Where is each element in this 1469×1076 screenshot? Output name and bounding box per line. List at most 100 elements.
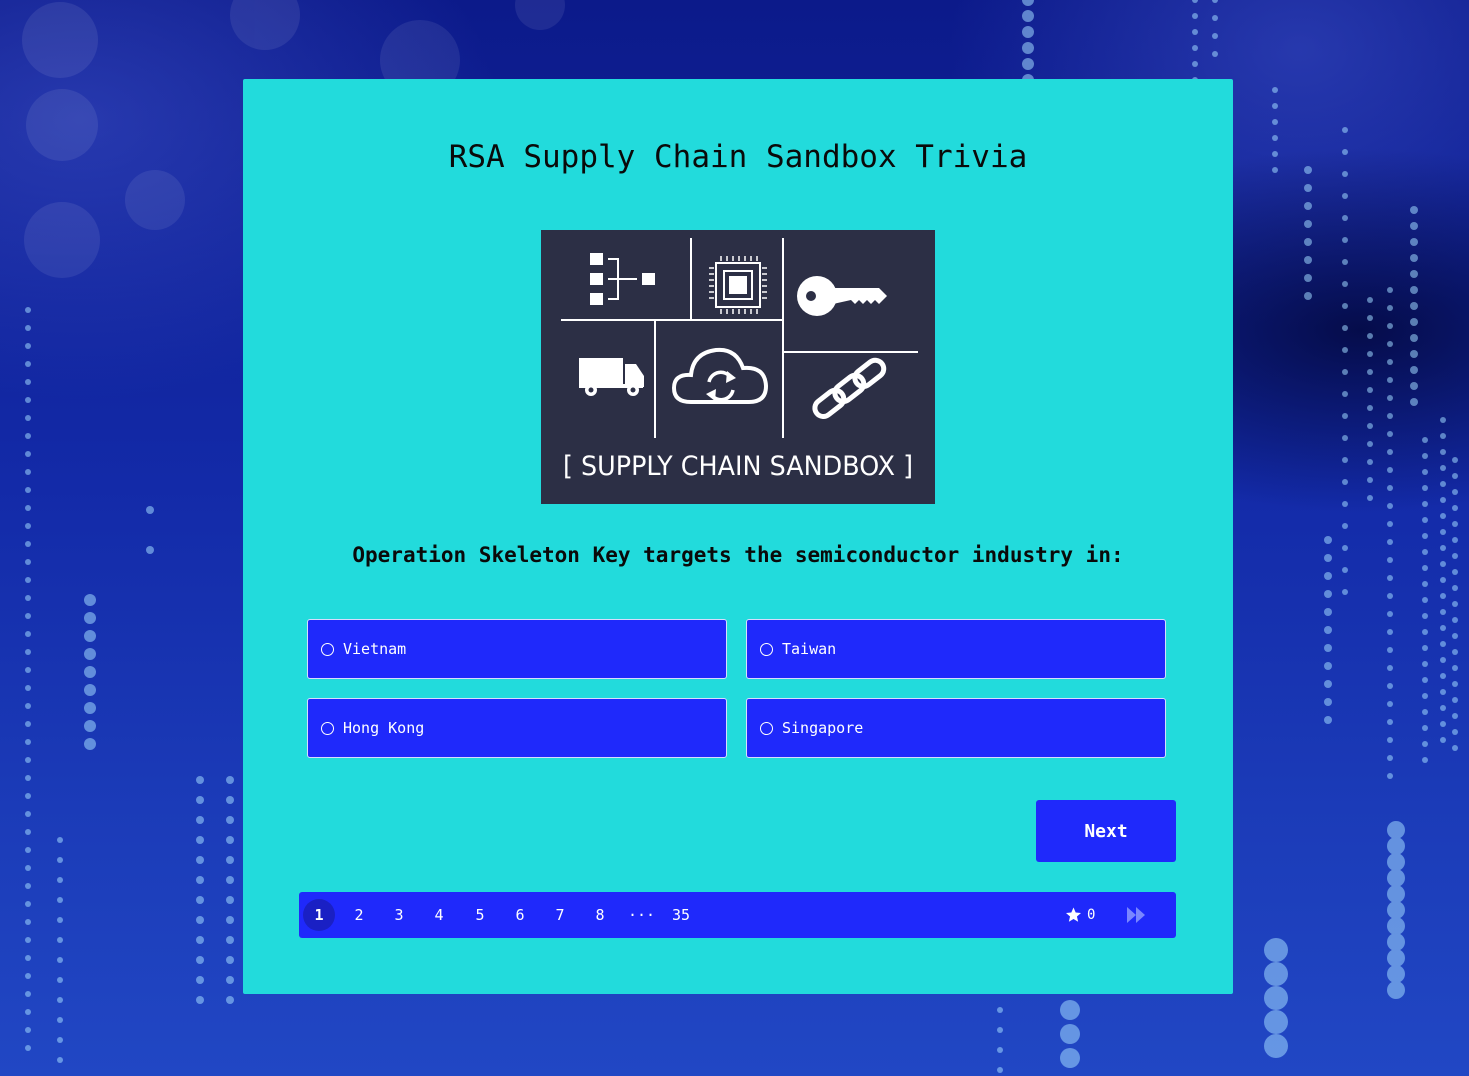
background-dot (196, 776, 204, 784)
background-dot (196, 896, 204, 904)
fast-forward-icon[interactable] (1125, 904, 1149, 926)
background-dot (25, 667, 31, 673)
background-dot (1387, 395, 1393, 401)
background-dot (84, 648, 96, 660)
background-dot (57, 937, 63, 943)
background-dot (1422, 629, 1428, 635)
answer-option-3[interactable]: Hong Kong (307, 698, 727, 758)
background-dot (1060, 1024, 1080, 1044)
background-dot (1387, 885, 1405, 903)
background-dot (196, 996, 204, 1004)
background-dot (25, 307, 31, 313)
background-dot (146, 546, 154, 554)
background-dot (1367, 297, 1373, 303)
background-dot (1452, 665, 1458, 671)
background-dot (1342, 171, 1348, 177)
background-dot (196, 956, 204, 964)
background-dot (1422, 661, 1428, 667)
background-dot (1324, 572, 1332, 580)
page-8-button[interactable]: 8 (584, 899, 616, 931)
background-dot (1342, 567, 1348, 573)
background-dot (25, 973, 31, 979)
background-dot (1387, 755, 1393, 761)
background-dot (1387, 413, 1393, 419)
background-dot (1324, 554, 1332, 562)
page-5-button[interactable]: 5 (464, 899, 496, 931)
background-dot (1387, 773, 1393, 779)
background-dot (1342, 391, 1348, 397)
background-dot (196, 876, 204, 884)
background-dot (1387, 821, 1405, 839)
background-dot (1452, 473, 1458, 479)
background-dot (57, 997, 63, 1003)
background-dot (1192, 29, 1198, 35)
background-dot (1387, 647, 1393, 653)
answer-option-2[interactable]: Taiwan (746, 619, 1166, 679)
background-dot (84, 594, 96, 606)
page-1-button[interactable]: 1 (303, 899, 335, 931)
background-dot (1342, 479, 1348, 485)
background-dot (1452, 457, 1458, 463)
background-dot (1440, 529, 1446, 535)
page-4-button[interactable]: 4 (423, 899, 455, 931)
background-dot (1387, 323, 1393, 329)
page-35-button[interactable]: 35 (665, 899, 697, 931)
answer-option-4[interactable]: Singapore (746, 698, 1166, 758)
background-dot (84, 684, 96, 696)
page-7-button[interactable]: 7 (544, 899, 576, 931)
background-dot (1452, 649, 1458, 655)
logo-text: [ SUPPLY CHAIN SANDBOX ] (563, 451, 913, 482)
radio-icon[interactable] (760, 721, 773, 735)
background-dot (57, 1037, 63, 1043)
background-dot (25, 703, 31, 709)
background-dot (1387, 869, 1405, 887)
background-dot (1387, 719, 1393, 725)
background-dot (1387, 359, 1393, 365)
score-value: 0 (1087, 907, 1096, 923)
background-dot (25, 775, 31, 781)
background-dot (1387, 467, 1393, 473)
background-dot (57, 897, 63, 903)
radio-icon[interactable] (760, 642, 773, 656)
next-button[interactable]: Next (1036, 800, 1176, 862)
background-dot (1452, 601, 1458, 607)
background-dot (196, 856, 204, 864)
background-dot (1342, 369, 1348, 375)
background-dot (226, 996, 234, 1004)
background-dot (1304, 292, 1312, 300)
background-dot (25, 883, 31, 889)
page-ellipsis: ··· (628, 906, 656, 924)
background-dot (1452, 729, 1458, 735)
background-dot (1422, 741, 1428, 747)
background-dot (1387, 593, 1393, 599)
page-3-button[interactable]: 3 (383, 899, 415, 931)
background-dot (1387, 305, 1393, 311)
answer-option-label: Vietnam (343, 640, 407, 658)
background-dot (1212, 51, 1218, 57)
background-dot (226, 856, 234, 864)
radio-icon[interactable] (321, 642, 334, 656)
quiz-card: RSA Supply Chain Sandbox Trivia [SUPPLY… (243, 79, 1233, 994)
background-dot (25, 1045, 31, 1051)
background-dot (1452, 505, 1458, 511)
background-dot (1387, 737, 1393, 743)
background-dot (1452, 713, 1458, 719)
answer-option-1[interactable]: Vietnam (307, 619, 727, 679)
background-dot (1264, 938, 1288, 962)
background-dot (1304, 202, 1312, 210)
background-dot (25, 901, 31, 907)
background-dot (25, 937, 31, 943)
background-dot (1452, 697, 1458, 703)
page-6-button[interactable]: 6 (504, 899, 536, 931)
background-dot (1452, 617, 1458, 623)
background-dot (1387, 665, 1393, 671)
page-2-button[interactable]: 2 (343, 899, 375, 931)
background-dot (25, 577, 31, 583)
background-dot (1387, 837, 1405, 855)
background-dot (1324, 590, 1332, 598)
radio-icon[interactable] (321, 721, 334, 735)
background-dot (1387, 449, 1393, 455)
background-dot (1022, 26, 1034, 38)
background-dot (84, 630, 96, 642)
background-dot (1452, 745, 1458, 751)
